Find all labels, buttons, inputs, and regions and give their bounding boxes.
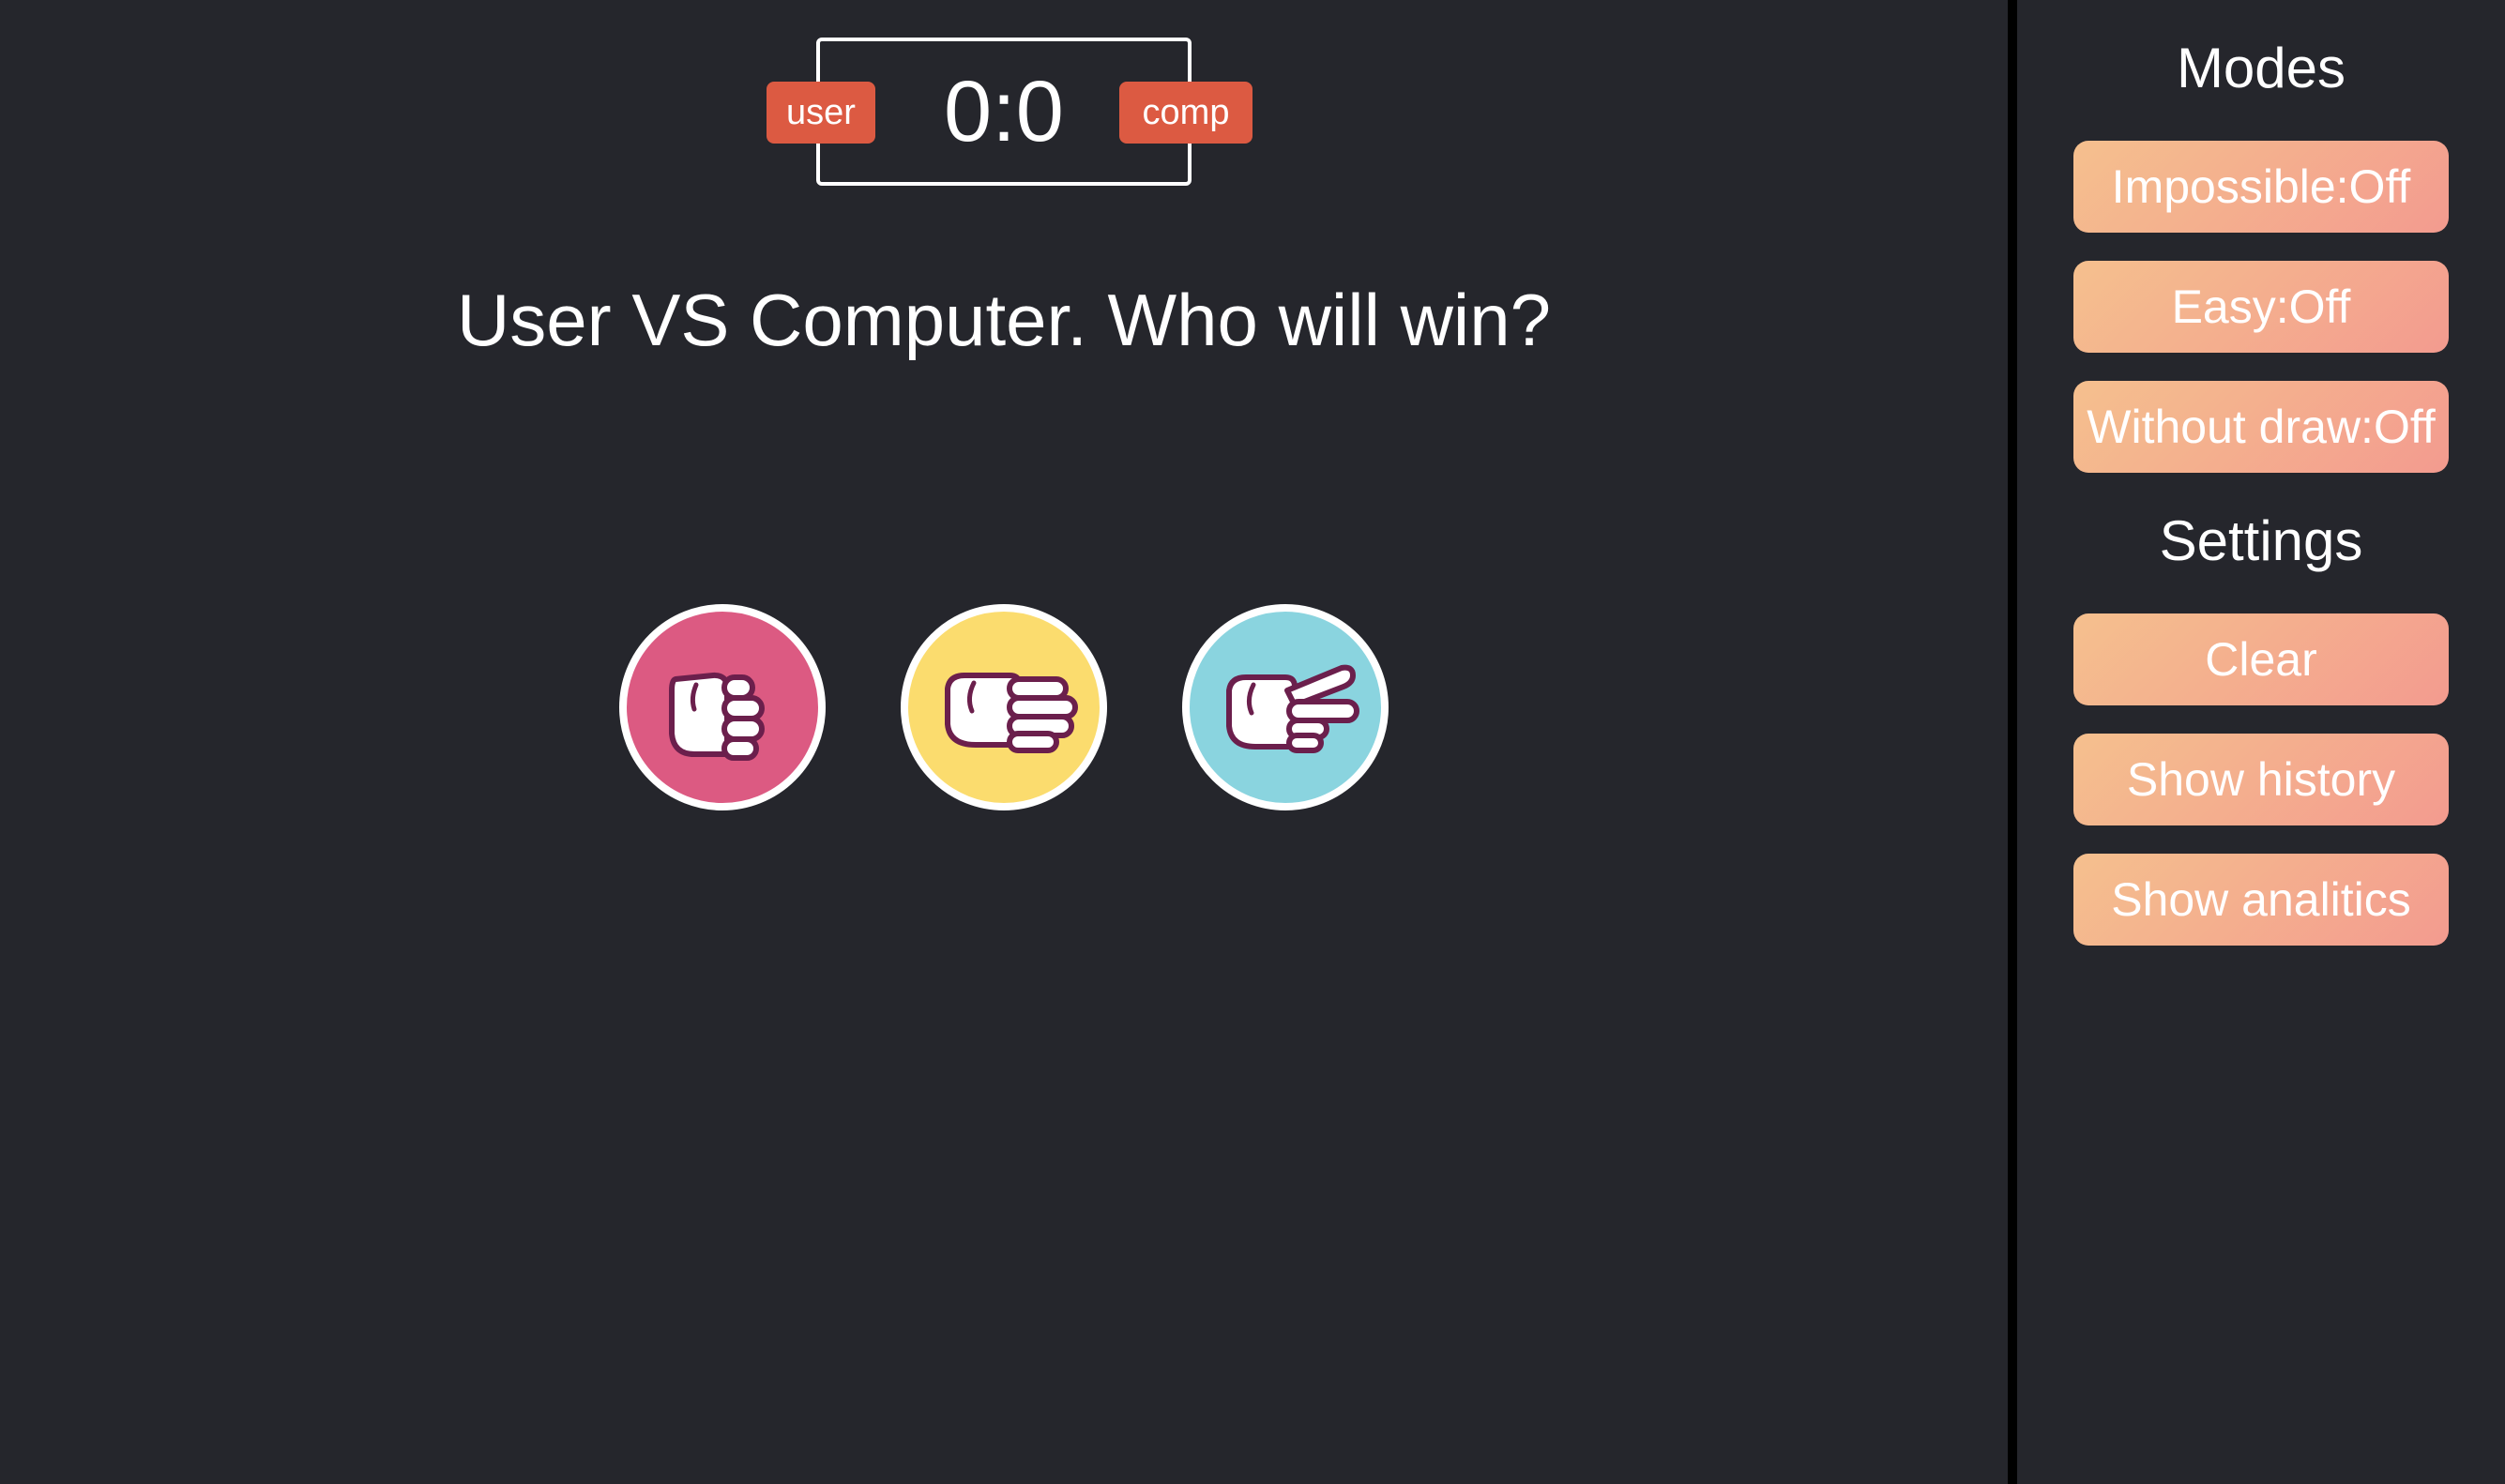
show-analitics-button[interactable]: Show analitics — [2073, 854, 2449, 946]
clear-button[interactable]: Clear — [2073, 613, 2449, 705]
fist-hand-icon — [669, 672, 765, 761]
flat-hand-icon — [945, 673, 1078, 753]
app: 0:0 user comp User VS Computer. Who will… — [0, 0, 2505, 1484]
scissors-choice-button[interactable] — [1182, 604, 1389, 810]
game-message: User VS Computer. Who will win? — [456, 279, 1552, 361]
panel-divider — [2008, 0, 2017, 1484]
impossible-mode-button[interactable]: Impossible:Off — [2073, 141, 2449, 233]
easy-mode-button[interactable]: Easy:Off — [2073, 261, 2449, 353]
user-badge: user — [767, 82, 875, 144]
paper-choice-button[interactable] — [901, 604, 1107, 810]
sidebar: Modes Impossible:Off Easy:Off Without dr… — [2017, 0, 2505, 1484]
scissors-hand-icon — [1226, 664, 1359, 753]
show-history-button[interactable]: Show history — [2073, 734, 2449, 825]
game-area: 0:0 user comp User VS Computer. Who will… — [0, 0, 2008, 1484]
without-draw-mode-button[interactable]: Without draw:Off — [2073, 381, 2449, 473]
comp-badge: comp — [1119, 82, 1252, 144]
rock-choice-button[interactable] — [619, 604, 826, 810]
settings-heading: Settings — [2159, 509, 2363, 572]
modes-heading: Modes — [2176, 37, 2346, 99]
